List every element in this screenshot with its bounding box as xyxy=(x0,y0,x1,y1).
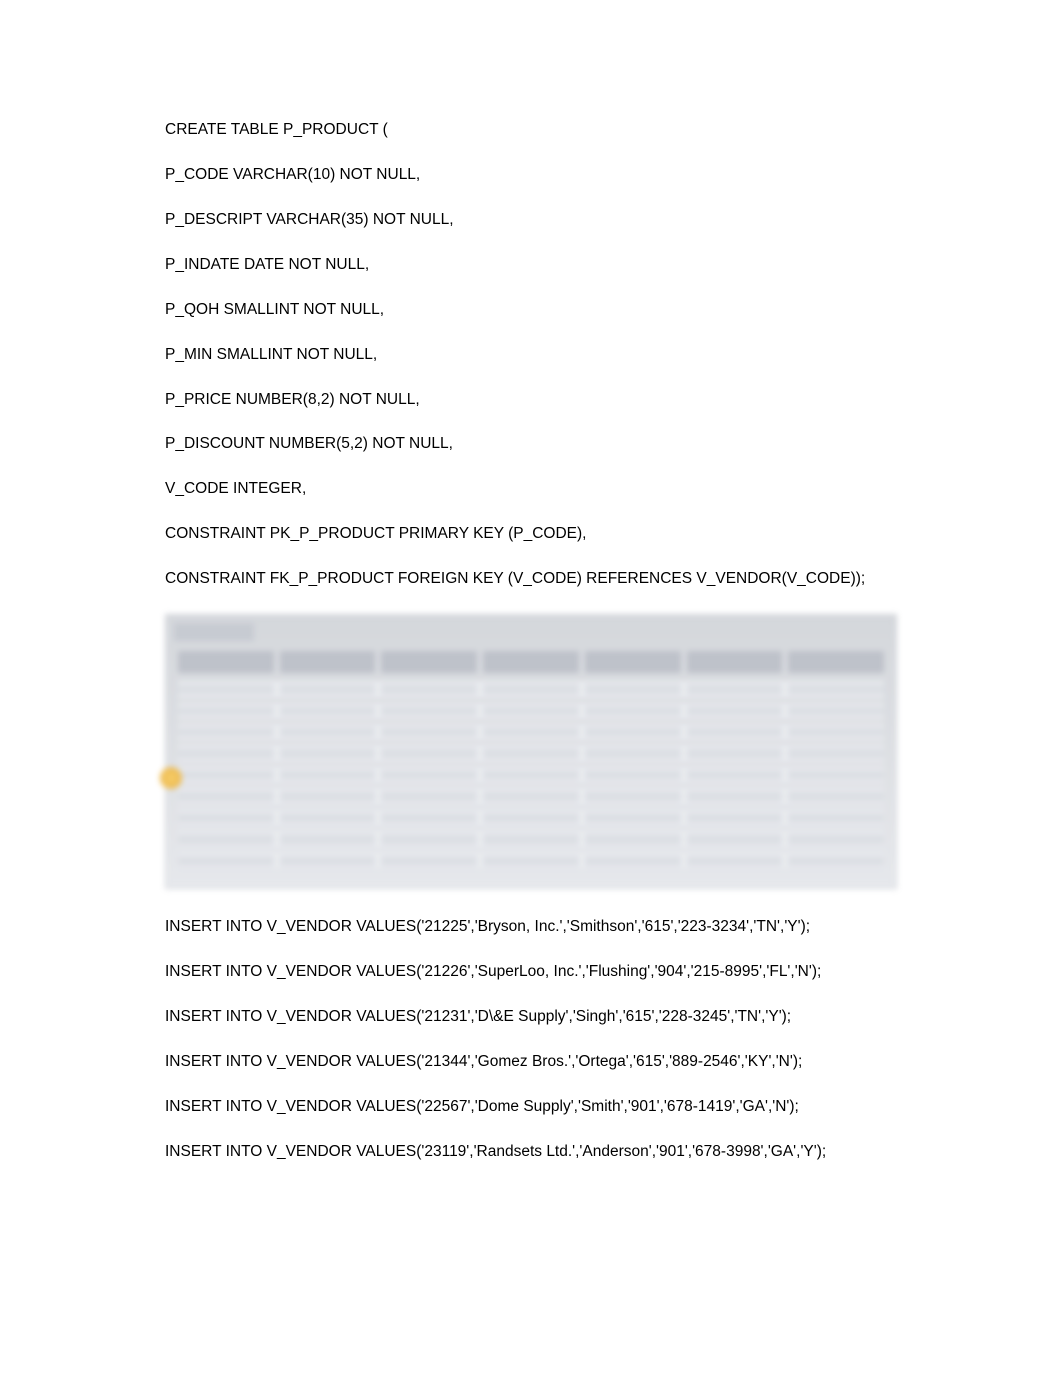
insert-block: INSERT INTO V_VENDOR VALUES('21225','Bry… xyxy=(165,917,897,1163)
sql-line: CONSTRAINT PK_P_PRODUCT PRIMARY KEY (P_C… xyxy=(165,524,897,545)
create-table-block: CREATE TABLE P_PRODUCT ( P_CODE VARCHAR(… xyxy=(165,120,897,590)
sql-line: P_DISCOUNT NUMBER(5,2) NOT NULL, xyxy=(165,434,897,455)
sql-line: INSERT INTO V_VENDOR VALUES('21344','Gom… xyxy=(165,1052,897,1073)
sql-line: P_PRICE NUMBER(8,2) NOT NULL, xyxy=(165,390,897,411)
sql-line: CONSTRAINT FK_P_PRODUCT FOREIGN KEY (V_C… xyxy=(165,569,897,590)
row-marker-icon xyxy=(160,767,182,789)
sql-line: INSERT INTO V_VENDOR VALUES('22567','Dom… xyxy=(165,1097,897,1118)
sql-line: P_INDATE DATE NOT NULL, xyxy=(165,255,897,276)
table-screenshot-placeholder xyxy=(165,614,897,889)
sql-line: CREATE TABLE P_PRODUCT ( xyxy=(165,120,897,141)
sql-line: V_CODE INTEGER, xyxy=(165,479,897,500)
sql-line: P_CODE VARCHAR(10) NOT NULL, xyxy=(165,165,897,186)
sql-line: P_DESCRIPT VARCHAR(35) NOT NULL, xyxy=(165,210,897,231)
sql-line: INSERT INTO V_VENDOR VALUES('21226','Sup… xyxy=(165,962,897,983)
sql-line: P_QOH SMALLINT NOT NULL, xyxy=(165,300,897,321)
sql-line: INSERT INTO V_VENDOR VALUES('23119','Ran… xyxy=(165,1142,897,1163)
sql-line: INSERT INTO V_VENDOR VALUES('21225','Bry… xyxy=(165,917,897,938)
sql-line: INSERT INTO V_VENDOR VALUES('21231','D\&… xyxy=(165,1007,897,1028)
sql-line: P_MIN SMALLINT NOT NULL, xyxy=(165,345,897,366)
